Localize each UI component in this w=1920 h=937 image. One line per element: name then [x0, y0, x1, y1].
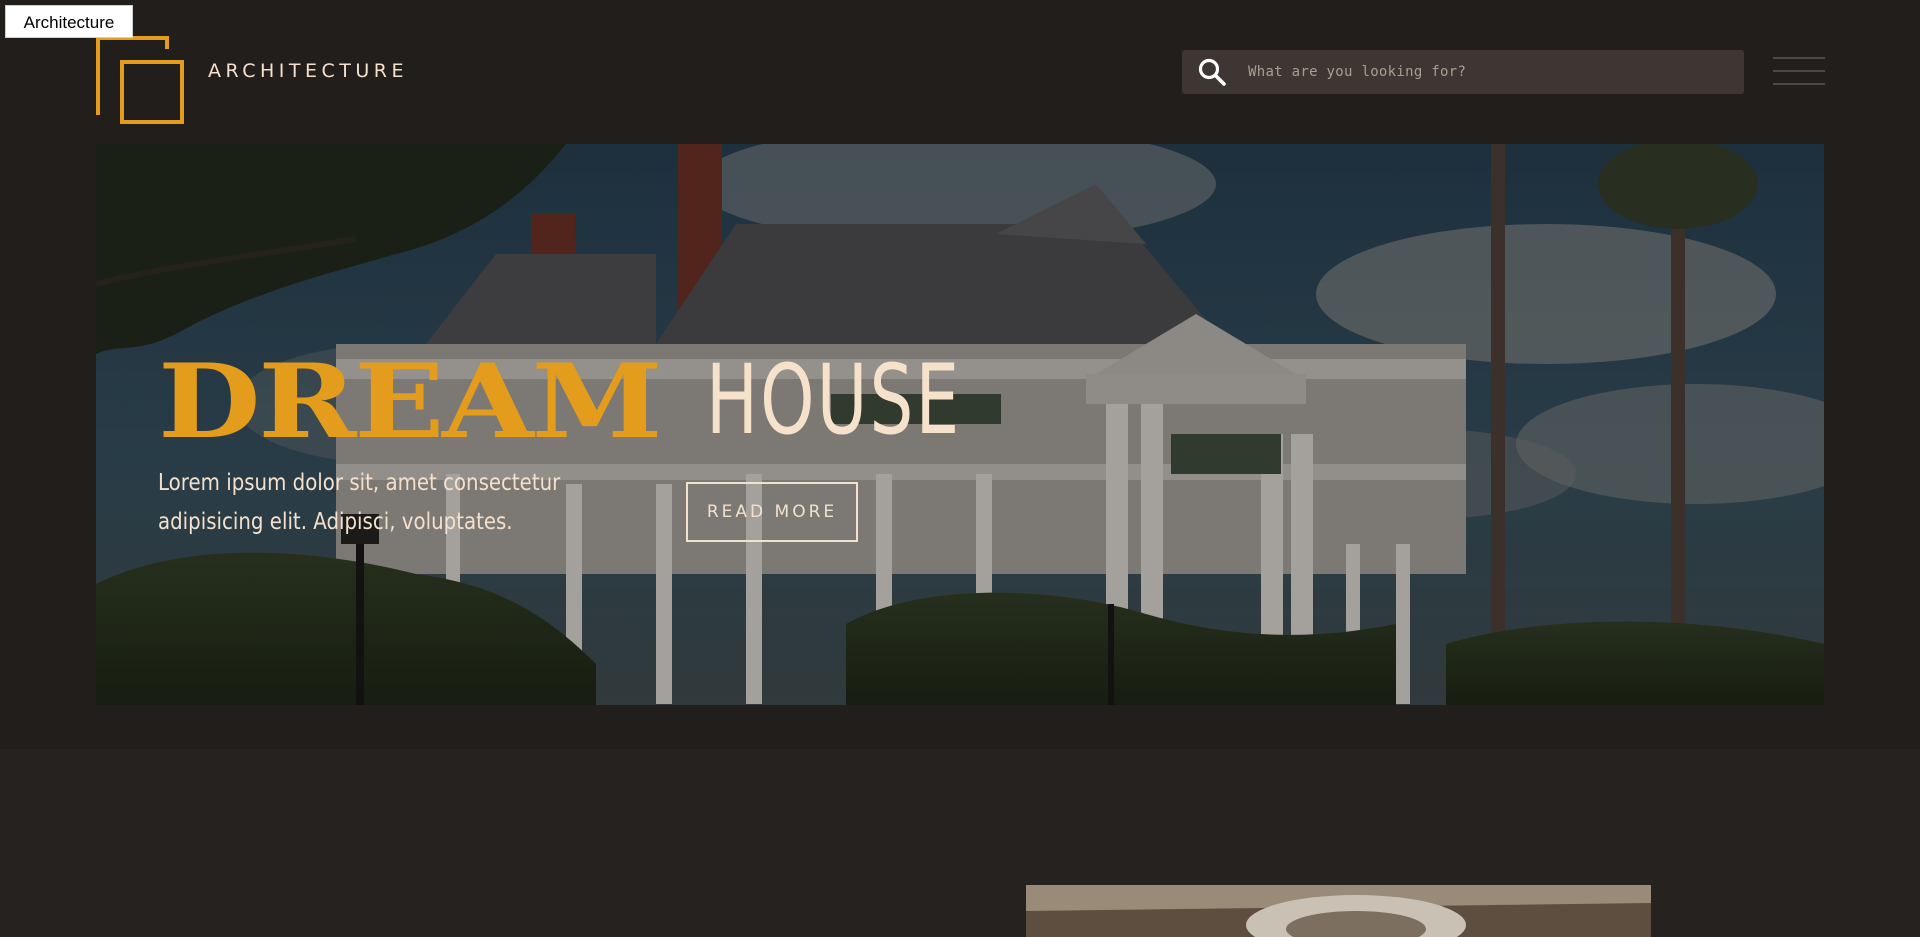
search-bar [1182, 50, 1744, 94]
search-input[interactable] [1248, 50, 1728, 94]
hero-banner: DREAM HOUSE Lorem ipsum dolor sit, amet … [96, 144, 1824, 705]
interior-preview-image [1026, 885, 1651, 937]
skip-to-content-link[interactable]: Architecture [5, 5, 133, 38]
site-header: ARCHITECTURE [0, 0, 1920, 140]
read-more-button[interactable]: READ MORE [686, 482, 858, 542]
menu-line [1773, 70, 1825, 72]
hamburger-menu-icon[interactable] [1773, 54, 1825, 88]
hero-description: Lorem ipsum dolor sit, amet consectetur … [158, 470, 561, 535]
interior-photo [1026, 885, 1651, 937]
brand-name: ARCHITECTURE [208, 60, 409, 82]
menu-line [1773, 83, 1825, 85]
hero-title: DREAM HOUSE [158, 342, 959, 462]
hero-title-bold: DREAM [158, 342, 663, 462]
hero-title-light: HOUSE [706, 344, 962, 456]
logo-mark-icon [96, 36, 184, 124]
brand-logo[interactable]: ARCHITECTURE [95, 35, 404, 125]
search-icon[interactable] [1197, 57, 1227, 87]
menu-line [1773, 57, 1825, 59]
